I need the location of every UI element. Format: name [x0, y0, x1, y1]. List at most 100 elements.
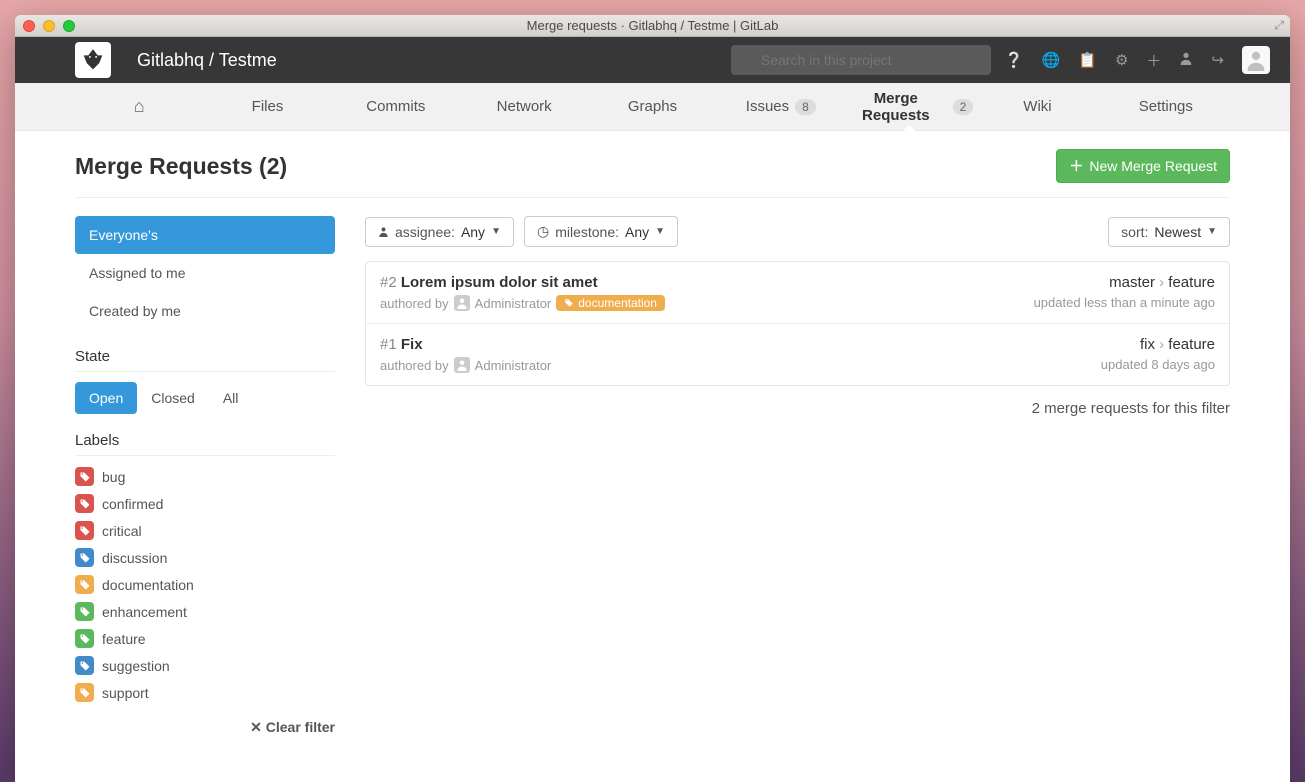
state-pills: Open Closed All [75, 382, 335, 414]
mr-title-text: Lorem ipsum dolor sit amet [401, 274, 598, 291]
top-navbar: Gitlabhq / Testme 🔍 ❔ 🌐 📋 ⚙ ＋ ↪ [15, 37, 1290, 83]
new-project-icon[interactable]: ＋ [1146, 50, 1161, 71]
tag-icon [75, 521, 94, 540]
tag-icon [75, 629, 94, 648]
mr-label-badge: documentation [556, 295, 665, 311]
chevron-right-icon: › [1159, 274, 1164, 291]
merge-request-list: #2 Lorem ipsum dolor sit amet authored by… [365, 261, 1230, 386]
mr-updated: updated less than a minute ago [1034, 295, 1215, 310]
label-filter-confirmed[interactable]: confirmed [75, 493, 335, 514]
main-column: assignee: Any ▼ ◷ milestone: Any ▼ sort:… [365, 216, 1230, 736]
label-filter-bug[interactable]: bug [75, 466, 335, 487]
content-area: Merge Requests (2) ＋ New Merge Request E… [15, 131, 1290, 782]
search-input[interactable] [731, 45, 991, 75]
authored-by-label: authored by [380, 358, 449, 373]
tab-files[interactable]: Files [203, 83, 331, 131]
gitlab-logo[interactable] [75, 42, 111, 78]
project-tabs: ⌂ Files Commits Network Graphs Issues 8 … [15, 83, 1290, 131]
user-avatar[interactable] [1242, 46, 1270, 74]
labels-heading: Labels [75, 432, 335, 456]
window-titlebar: Merge requests · Gitlabhq / Testme | Git… [15, 15, 1290, 37]
resize-icon: ⤢ [1274, 18, 1284, 33]
close-icon: ✕ [250, 719, 262, 735]
tag-icon [75, 548, 94, 567]
label-name: confirmed [102, 496, 163, 512]
label-filter-discussion[interactable]: discussion [75, 547, 335, 568]
mr-title-text: Fix [401, 336, 423, 353]
tab-commits[interactable]: Commits [332, 83, 460, 131]
clear-filter-link[interactable]: ✕ Clear filter [250, 719, 335, 735]
signout-icon[interactable]: ↪ [1211, 51, 1224, 69]
tag-icon [75, 467, 94, 486]
issues-count-badge: 8 [795, 99, 816, 115]
state-heading: State [75, 348, 335, 372]
mr-id: #1 [380, 336, 397, 353]
label-name: feature [102, 631, 146, 647]
help-icon[interactable]: ❔ [1005, 51, 1024, 69]
label-filter-support[interactable]: support [75, 682, 335, 703]
label-name: bug [102, 469, 125, 485]
sidebar: Everyone's Assigned to me Created by me … [75, 216, 335, 736]
browser-window: Merge requests · Gitlabhq / Testme | Git… [15, 15, 1290, 782]
state-open[interactable]: Open [75, 382, 137, 414]
minimize-window-button[interactable] [43, 20, 55, 32]
labels-list: bug confirmed critical discussion documentat… [75, 466, 335, 703]
tab-wiki[interactable]: Wiki [973, 83, 1101, 131]
tab-settings[interactable]: Settings [1102, 83, 1230, 131]
target-branch: feature [1168, 336, 1215, 353]
mr-updated: updated 8 days ago [1101, 357, 1215, 372]
user-icon [378, 224, 389, 240]
scope-everyones[interactable]: Everyone's [75, 216, 335, 254]
labels-section: Labels bug confirmed critical discussion doc… [75, 432, 335, 736]
author-avatar-icon [454, 357, 470, 373]
mr-author: Administrator [475, 296, 552, 311]
new-merge-request-button[interactable]: ＋ New Merge Request [1056, 149, 1230, 183]
label-filter-feature[interactable]: feature [75, 628, 335, 649]
search-wrap: 🔍 [731, 45, 991, 75]
project-name-link[interactable]: Testme [219, 50, 277, 70]
assignee-filter[interactable]: assignee: Any ▼ [365, 217, 514, 247]
label-filter-suggestion[interactable]: suggestion [75, 655, 335, 676]
chevron-right-icon: › [1159, 336, 1164, 353]
state-closed[interactable]: Closed [137, 382, 209, 414]
label-filter-documentation[interactable]: documentation [75, 574, 335, 595]
mr-id: #2 [380, 274, 397, 291]
sort-filter[interactable]: sort: Newest ▼ [1108, 217, 1230, 247]
tab-merge-requests[interactable]: Merge Requests 2 [845, 83, 973, 131]
source-branch: fix [1140, 336, 1155, 353]
project-owner-link[interactable]: Gitlabhq [137, 50, 204, 70]
scope-created-by-me[interactable]: Created by me [75, 292, 335, 330]
label-name: suggestion [102, 658, 170, 674]
tag-icon [75, 575, 94, 594]
milestone-filter[interactable]: ◷ milestone: Any ▼ [524, 216, 678, 247]
label-name: enhancement [102, 604, 187, 620]
merge-request-item[interactable]: #2 Lorem ipsum dolor sit amet authored by… [366, 262, 1229, 324]
globe-icon[interactable]: 🌐 [1042, 51, 1061, 69]
label-filter-enhancement[interactable]: enhancement [75, 601, 335, 622]
target-branch: feature [1168, 274, 1215, 291]
label-name: documentation [102, 577, 194, 593]
clipboard-icon[interactable]: 📋 [1078, 51, 1097, 69]
label-name: critical [102, 523, 142, 539]
chevron-down-icon: ▼ [491, 226, 501, 237]
state-all[interactable]: All [209, 382, 253, 414]
nav-icons: ❔ 🌐 📋 ⚙ ＋ ↪ [1005, 46, 1270, 74]
clock-icon: ◷ [537, 223, 549, 240]
profile-icon[interactable] [1179, 51, 1193, 69]
tab-network[interactable]: Network [460, 83, 588, 131]
tab-home[interactable]: ⌂ [75, 83, 203, 131]
close-window-button[interactable] [23, 20, 35, 32]
project-breadcrumb: Gitlabhq / Testme [137, 50, 277, 71]
settings-gears-icon[interactable]: ⚙ [1115, 51, 1128, 69]
merge-request-item[interactable]: #1 Fixauthored by Administratorfix › fea… [366, 324, 1229, 385]
home-icon: ⌂ [134, 96, 145, 117]
maximize-window-button[interactable] [63, 20, 75, 32]
traffic-lights [23, 20, 75, 32]
authored-by-label: authored by [380, 296, 449, 311]
label-filter-critical[interactable]: critical [75, 520, 335, 541]
tab-graphs[interactable]: Graphs [588, 83, 716, 131]
scope-assigned-to-me[interactable]: Assigned to me [75, 254, 335, 292]
scope-list: Everyone's Assigned to me Created by me [75, 216, 335, 330]
page-title: Merge Requests (2) [75, 153, 287, 180]
tab-issues[interactable]: Issues 8 [717, 83, 845, 131]
